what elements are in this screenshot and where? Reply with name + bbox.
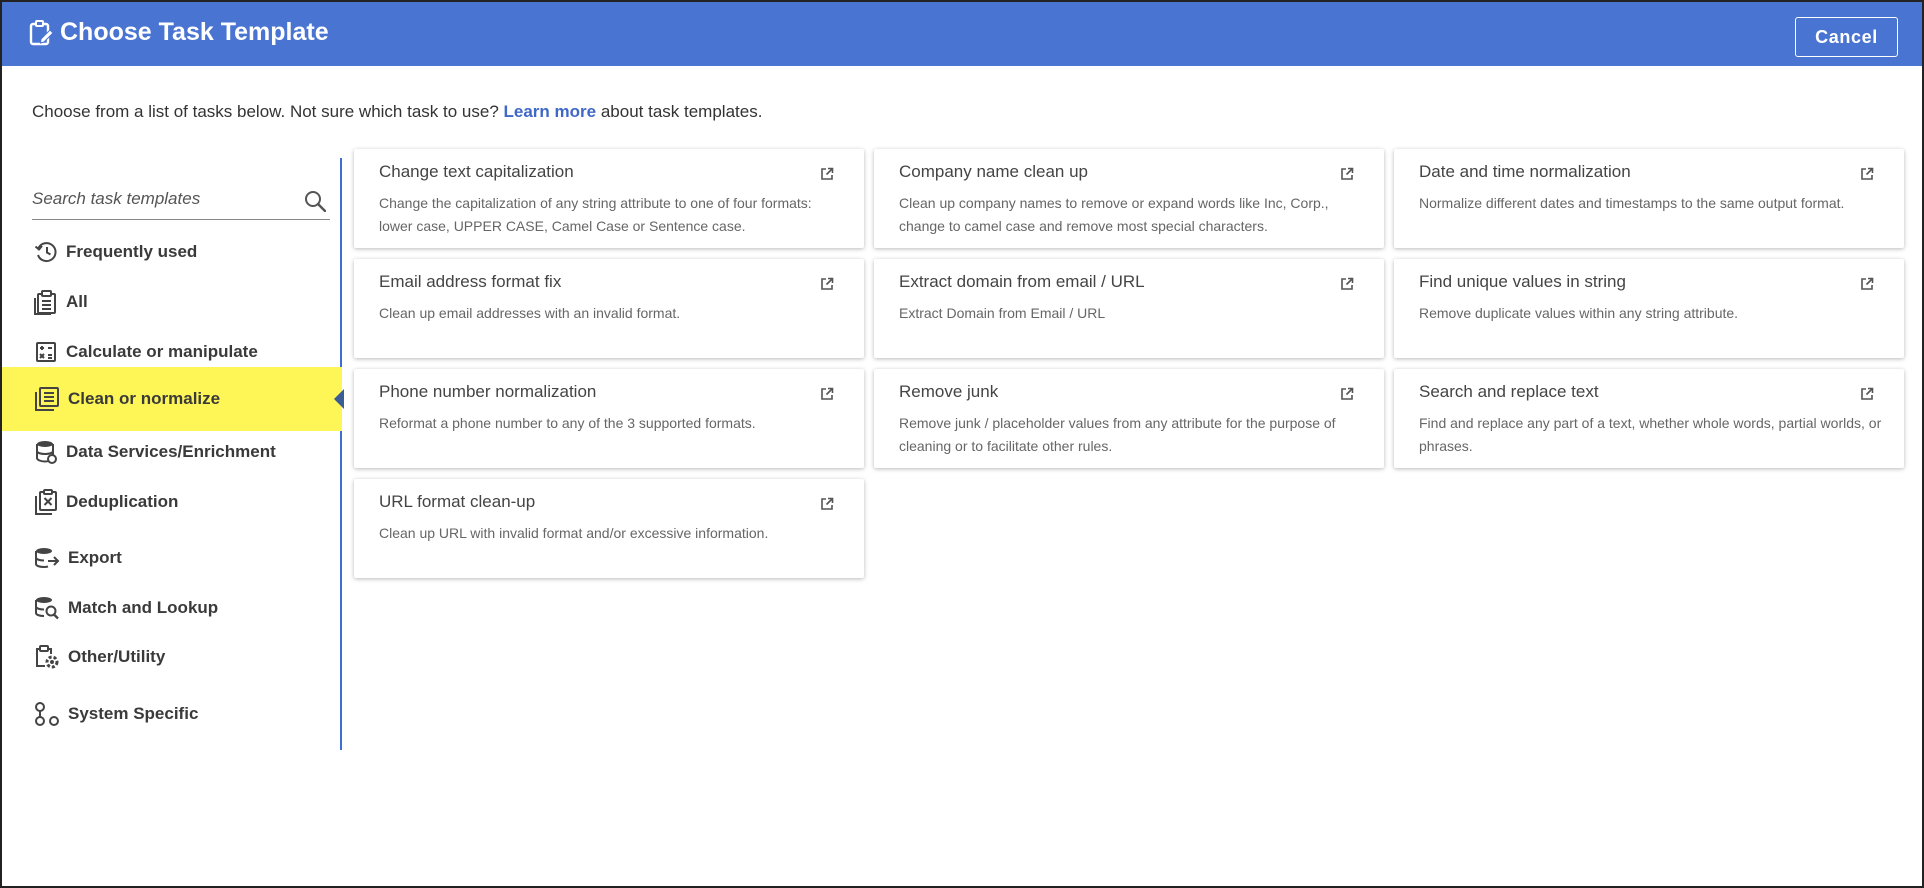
- template-card[interactable]: Company name clean up Clean up company n…: [874, 149, 1384, 248]
- open-external-icon[interactable]: [1860, 167, 1874, 181]
- card-description: Clean up email addresses with an invalid…: [379, 305, 681, 321]
- open-external-icon[interactable]: [1340, 277, 1354, 291]
- system-nodes-icon: [35, 702, 59, 726]
- template-card[interactable]: Phone number normalization Reformat a ph…: [354, 369, 864, 468]
- template-card[interactable]: Search and replace text Find and replace…: [1394, 369, 1904, 468]
- open-external-icon[interactable]: [820, 387, 834, 401]
- sidebar-item-match-lookup[interactable]: Match and Lookup: [2, 586, 342, 630]
- open-external-icon[interactable]: [1340, 387, 1354, 401]
- card-title: Find unique values in string: [1419, 272, 1626, 291]
- card-title: Extract domain from email / URL: [899, 272, 1145, 291]
- sidebar-item-label: All: [66, 292, 88, 311]
- search-icon[interactable]: [304, 190, 326, 212]
- database-search-icon: [35, 597, 59, 620]
- learn-more-link[interactable]: Learn more: [504, 102, 597, 121]
- deduplicate-icon: [35, 489, 57, 515]
- template-card[interactable]: Change text capitalization Change the ca…: [354, 149, 864, 248]
- sidebar-item-label: Data Services/Enrichment: [66, 442, 276, 461]
- card-description: Reformat a phone number to any of the 3 …: [379, 415, 756, 431]
- sidebar-item-clean-normalize[interactable]: Clean or normalize: [2, 367, 344, 431]
- dialog-title-text: Choose Task Template: [60, 18, 329, 46]
- card-description: Normalize different dates and timestamps…: [1419, 195, 1845, 211]
- sidebar-item-label: Deduplication: [66, 492, 179, 511]
- sidebar-item-label: Frequently used: [66, 242, 198, 261]
- template-card[interactable]: Extract domain from email / URL Extract …: [874, 259, 1384, 358]
- card-description: Change the capitalization of any string …: [379, 195, 812, 234]
- clipboard-edit-icon: [29, 19, 54, 45]
- intro-text-after: about task templates.: [600, 102, 763, 121]
- dialog: Choose Task Template Cancel Choose from …: [0, 0, 1924, 888]
- card-title: Remove junk: [899, 382, 999, 401]
- sidebar-item-label: System Specific: [68, 704, 199, 723]
- card-title: Phone number normalization: [379, 382, 597, 401]
- dialog-title: Choose Task Template: [28, 18, 329, 47]
- sidebar-item-system-specific[interactable]: System Specific: [2, 692, 342, 736]
- sidebar-item-label: Clean or normalize: [68, 389, 221, 408]
- intro-text: Choose from a list of tasks below. Not s…: [32, 102, 762, 122]
- open-external-icon[interactable]: [820, 497, 834, 511]
- card-description: Extract Domain from Email / URL: [899, 305, 1106, 321]
- database-icon: [36, 441, 57, 464]
- clipboard-list-icon: [34, 290, 56, 315]
- template-card[interactable]: URL format clean-up Clean up URL with in…: [354, 479, 864, 578]
- sidebar-item-label: Other/Utility: [68, 647, 166, 666]
- database-export-icon: [35, 548, 60, 569]
- sidebar-item-label: Calculate or manipulate: [66, 342, 258, 361]
- card-title: Change text capitalization: [379, 162, 574, 181]
- card-title: URL format clean-up: [379, 492, 536, 511]
- card-description: Clean up company names to remove or expa…: [899, 195, 1329, 234]
- clean-list-icon: [35, 387, 59, 411]
- sidebar-item-label: Export: [68, 548, 122, 567]
- dialog-header: Choose Task Template Cancel: [2, 2, 1922, 66]
- intro-text-before: Choose from a list of tasks below. Not s…: [32, 102, 499, 121]
- card-description: Remove duplicate values within any strin…: [1419, 305, 1739, 321]
- clipboard-gear-icon: [36, 645, 59, 669]
- card-title: Date and time normalization: [1419, 162, 1631, 181]
- search-input[interactable]: [32, 182, 292, 216]
- sidebar-item-deduplication[interactable]: Deduplication: [2, 480, 342, 524]
- sidebar-item-export[interactable]: Export: [2, 536, 342, 580]
- open-external-icon[interactable]: [1860, 277, 1874, 291]
- sidebar-item-other-utility[interactable]: Other/Utility: [2, 635, 342, 679]
- open-external-icon[interactable]: [1340, 167, 1354, 181]
- template-card[interactable]: Find unique values in string Remove dupl…: [1394, 259, 1904, 358]
- card-description: Remove junk / placeholder values from an…: [899, 415, 1336, 454]
- open-external-icon[interactable]: [820, 277, 834, 291]
- open-external-icon[interactable]: [1860, 387, 1874, 401]
- template-card[interactable]: Remove junk Remove junk / placeholder va…: [874, 369, 1384, 468]
- search-box: [32, 182, 330, 220]
- open-external-icon[interactable]: [820, 167, 834, 181]
- card-description: Find and replace any part of a text, whe…: [1419, 415, 1882, 454]
- sidebar-item-frequently-used[interactable]: Frequently used: [2, 230, 342, 274]
- history-icon: [34, 242, 57, 263]
- template-card[interactable]: Date and time normalization Normalize di…: [1394, 149, 1904, 248]
- sidebar-item-data-services[interactable]: Data Services/Enrichment: [2, 430, 342, 474]
- category-sidebar: Frequently used All: [2, 158, 344, 750]
- template-card[interactable]: Email address format fix Clean up email …: [354, 259, 864, 358]
- sidebar-item-label: Match and Lookup: [68, 598, 219, 617]
- card-title: Company name clean up: [899, 162, 1089, 181]
- sidebar-item-all[interactable]: All: [2, 280, 342, 324]
- active-pointer: [334, 389, 344, 409]
- card-title: Email address format fix: [379, 272, 562, 291]
- cancel-button[interactable]: Cancel: [1795, 17, 1898, 57]
- card-title: Search and replace text: [1419, 382, 1599, 401]
- calculator-icon: [36, 342, 56, 362]
- card-description: Clean up URL with invalid format and/or …: [379, 525, 769, 541]
